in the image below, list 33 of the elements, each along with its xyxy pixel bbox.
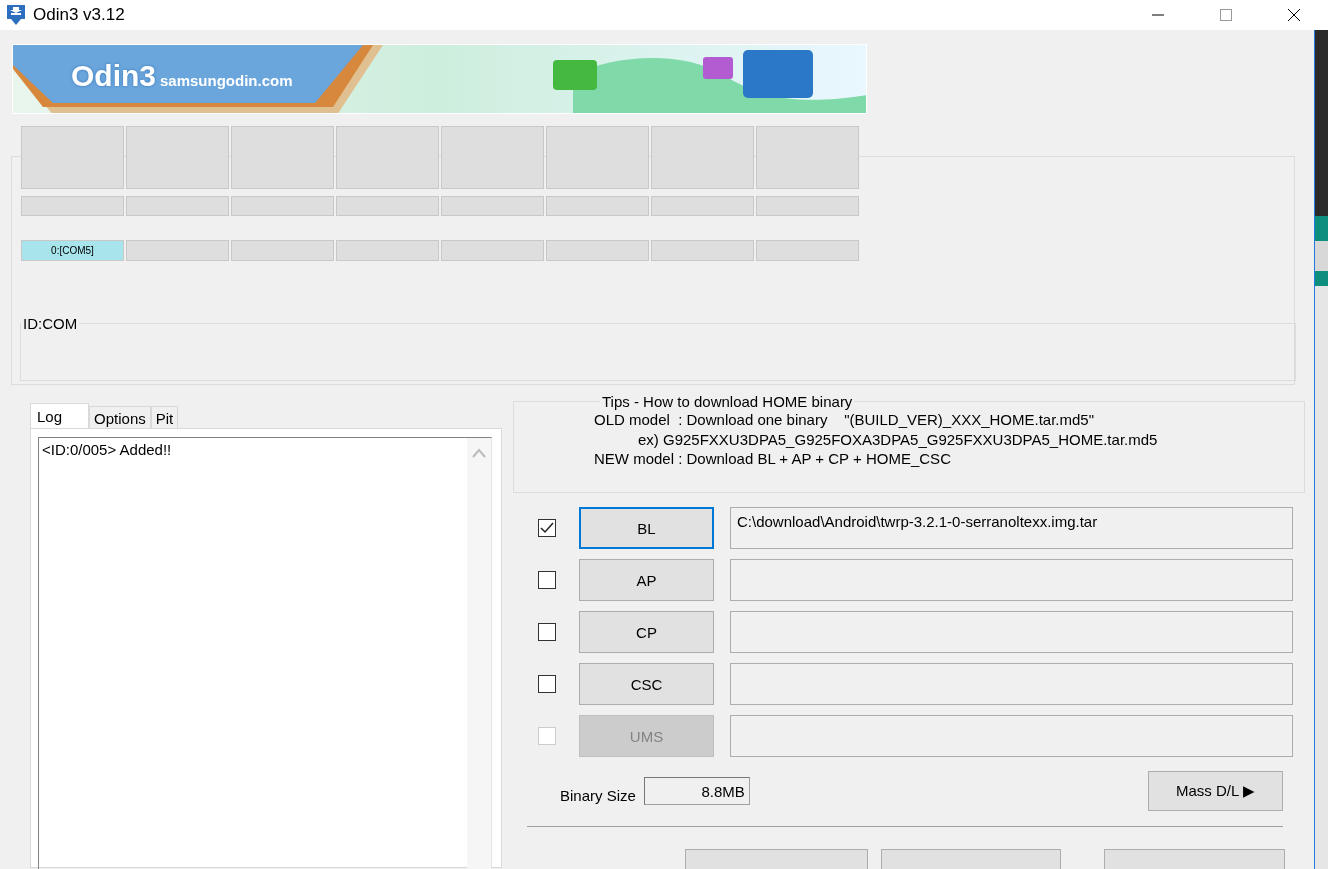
scroll-up-icon[interactable]	[472, 448, 486, 458]
file-path-field[interactable]	[730, 663, 1293, 705]
logo-text: Odin3	[71, 59, 156, 93]
log-line: <ID:0/005> Added!!	[42, 441, 173, 458]
tab[interactable]: Pit	[150, 406, 179, 428]
tab[interactable]: Log	[30, 403, 90, 428]
window-title: Odin3 v3.12	[33, 5, 125, 25]
file-type-button[interactable]: CSC	[579, 663, 714, 705]
file-type-button[interactable]: BL	[579, 507, 714, 549]
checkbox[interactable]	[538, 571, 556, 589]
group-title: ID:COM	[22, 315, 79, 332]
tip-text: OLD model : Download one binary "(BUILD_VER)_XXX_HOME.tar.md5"	[594, 410, 1096, 430]
file-path-field[interactable]	[730, 611, 1293, 653]
close-icon	[1287, 8, 1301, 22]
mass-dl-button[interactable]: Mass D/L ▶	[1147, 771, 1283, 811]
app-icon	[6, 4, 26, 26]
file-type-button[interactable]: CP	[579, 611, 714, 653]
file-path-field[interactable]: C:\download\Android\twrp-3.2.1-0-serranoltexx.img.tar	[730, 507, 1293, 549]
website-text: samsungodin.com	[160, 72, 293, 89]
group-title: Tips - How to download HOME binary	[601, 393, 854, 410]
port-status: 0:[COM5]	[21, 240, 124, 261]
file-path-field[interactable]	[730, 715, 1293, 757]
maximize-icon	[1219, 8, 1233, 22]
binary-size-field[interactable]: 8.8MB	[643, 777, 750, 805]
file-path-field[interactable]	[730, 559, 1293, 601]
checkbox[interactable]	[538, 623, 556, 641]
tab[interactable]: Options	[89, 406, 151, 428]
checkbox[interactable]	[538, 675, 556, 693]
file-type-button[interactable]: AP	[579, 559, 714, 601]
tip-text: NEW model : Download BL + AP + CP + HOME_CSC	[594, 449, 952, 469]
tip-text: ex) G925FXXU3DPA5_G925FOXA3DPA5_G925FXXU3DPA5_HOME.tar.md5	[637, 429, 1159, 449]
checkbox[interactable]	[538, 519, 556, 537]
binary-size-label: Binary Size	[560, 786, 636, 804]
